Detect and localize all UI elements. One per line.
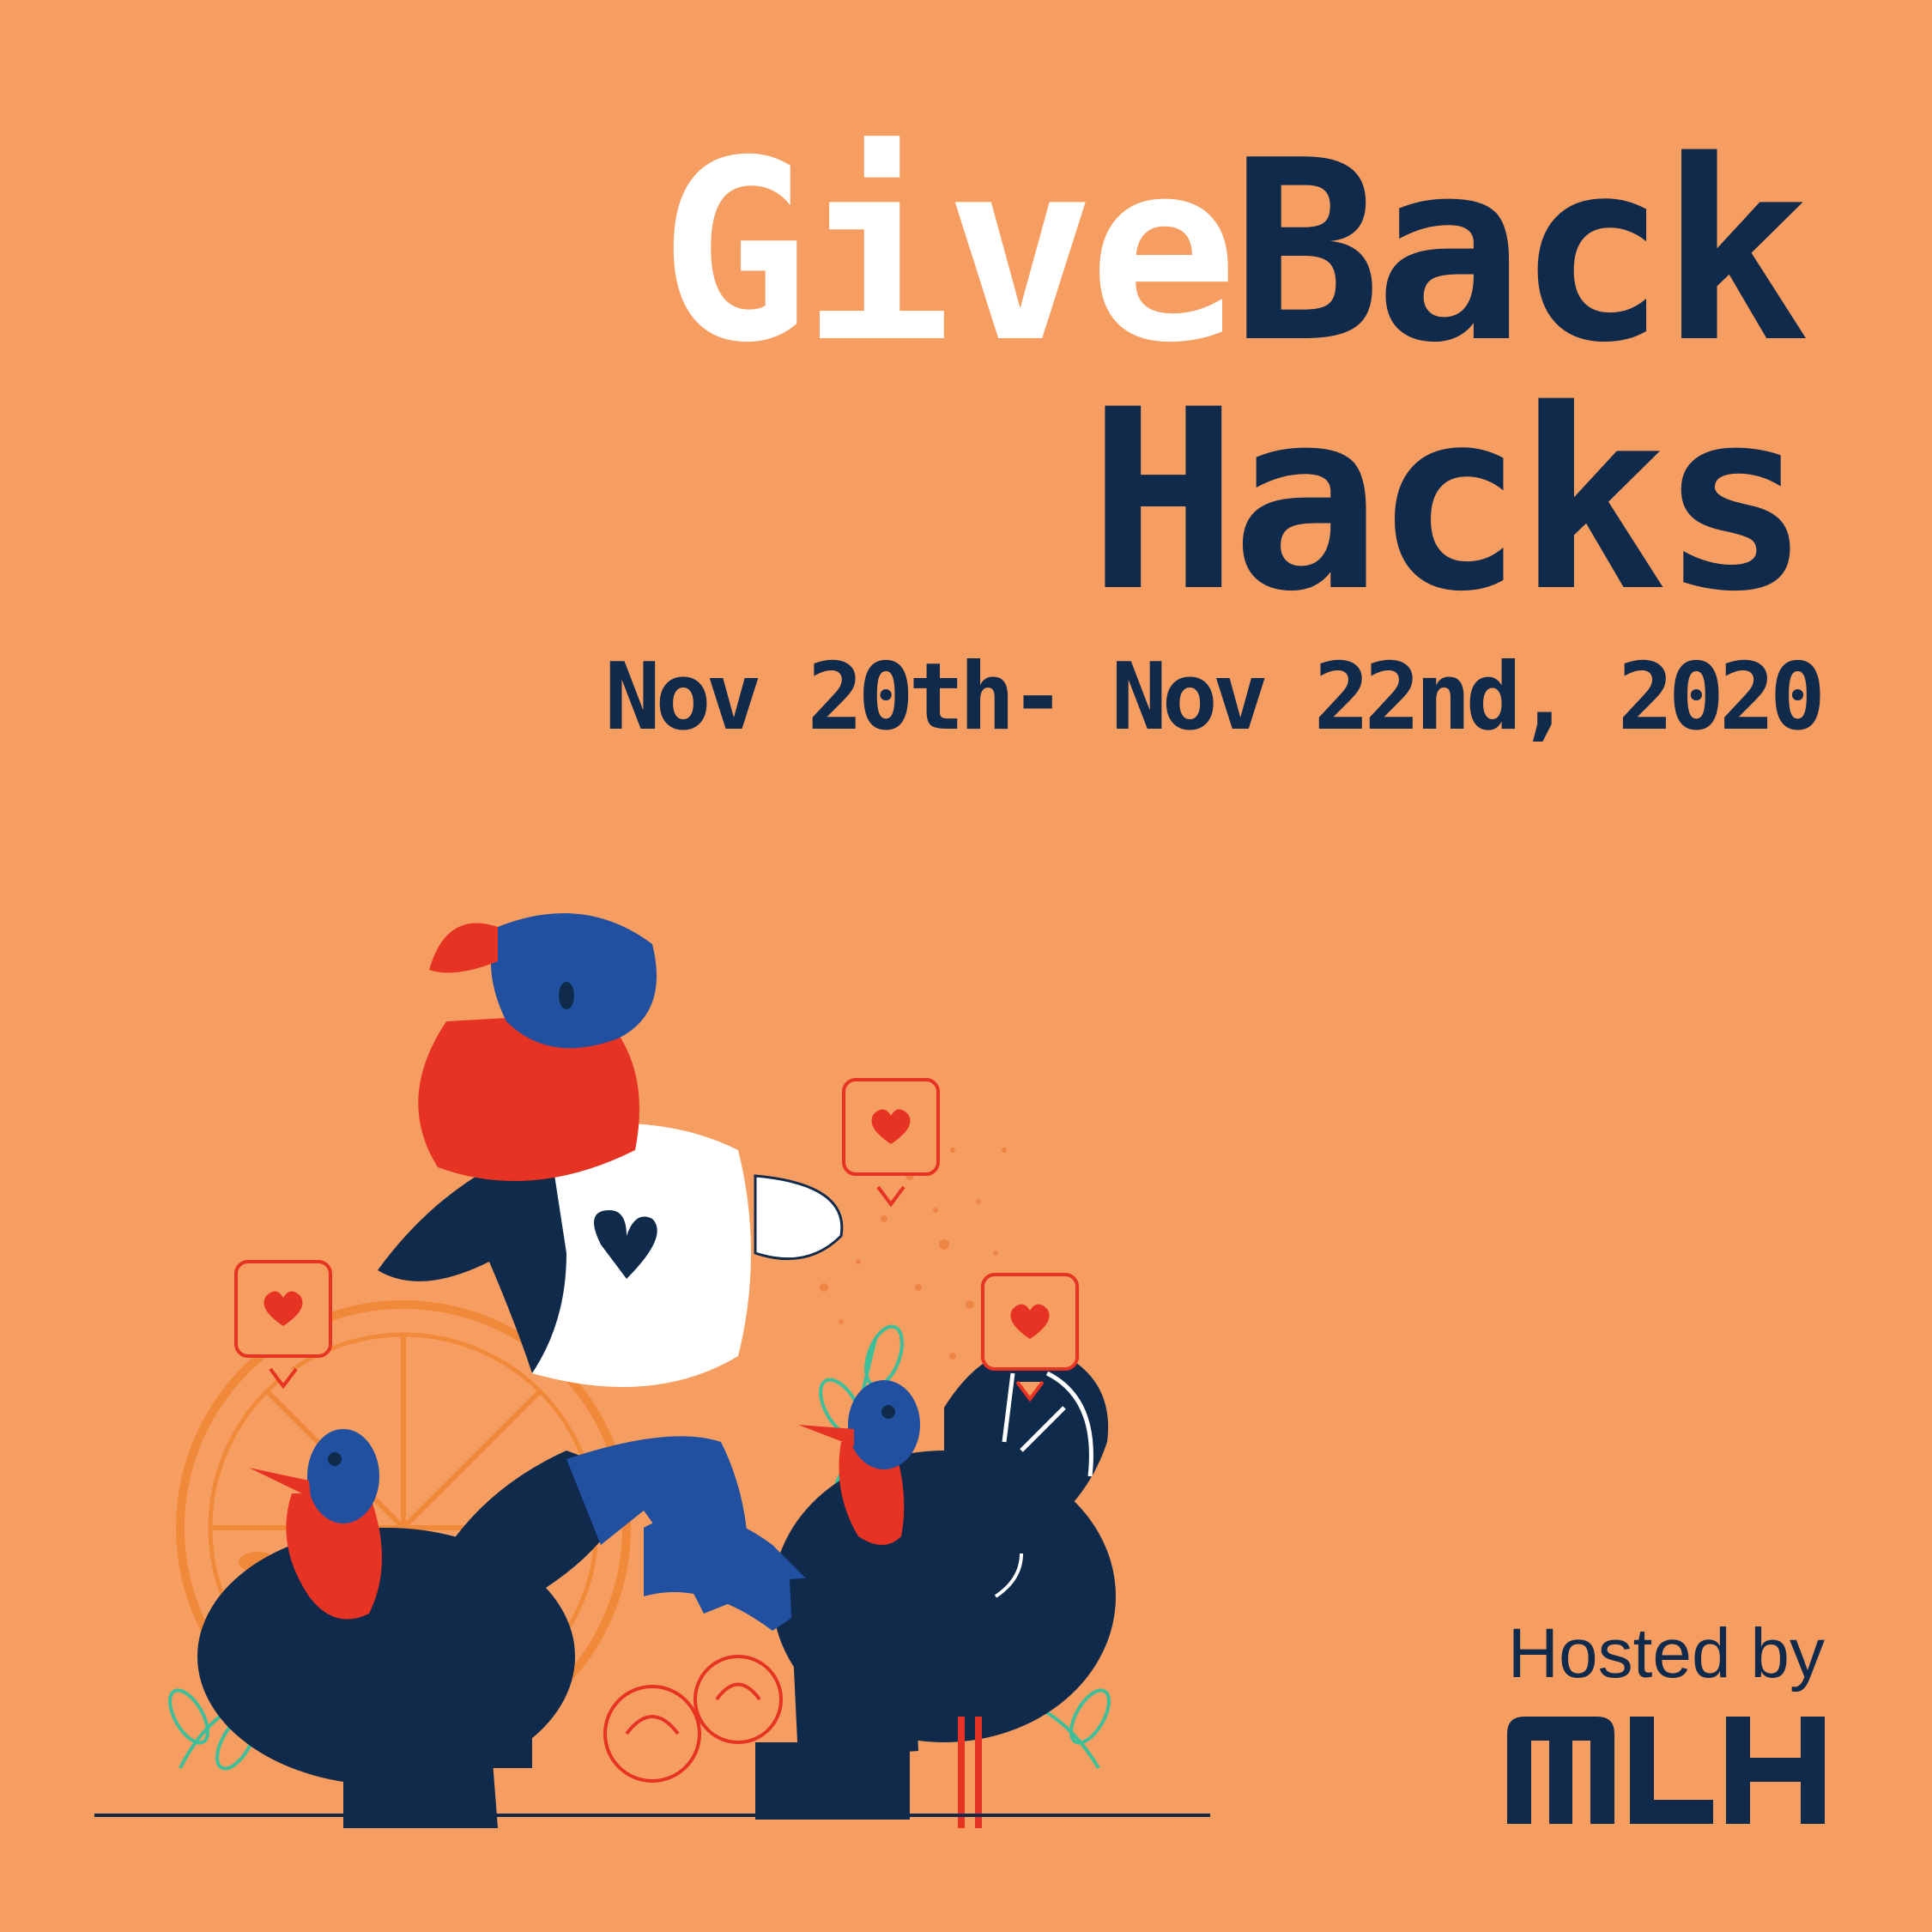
page-title: GiveBack [659, 129, 1810, 378]
mlh-logo [1507, 1717, 1825, 1824]
title-back: Back [1231, 108, 1810, 397]
hosted-by-label: Hosted by [1507, 1614, 1825, 1693]
hero-illustration [94, 913, 1210, 1828]
heart-like-icon [842, 1078, 940, 1208]
event-dates: Nov 20th- Nov 22nd, 2020 [604, 644, 1826, 751]
title-give: Give [659, 108, 1238, 397]
title-hacks: Hacks [1088, 357, 1810, 646]
tomato-slices-icon [603, 1655, 783, 1783]
poster: GiveBack Hacks Nov 20th- Nov 22nd, 2020 … [0, 0, 1932, 1932]
